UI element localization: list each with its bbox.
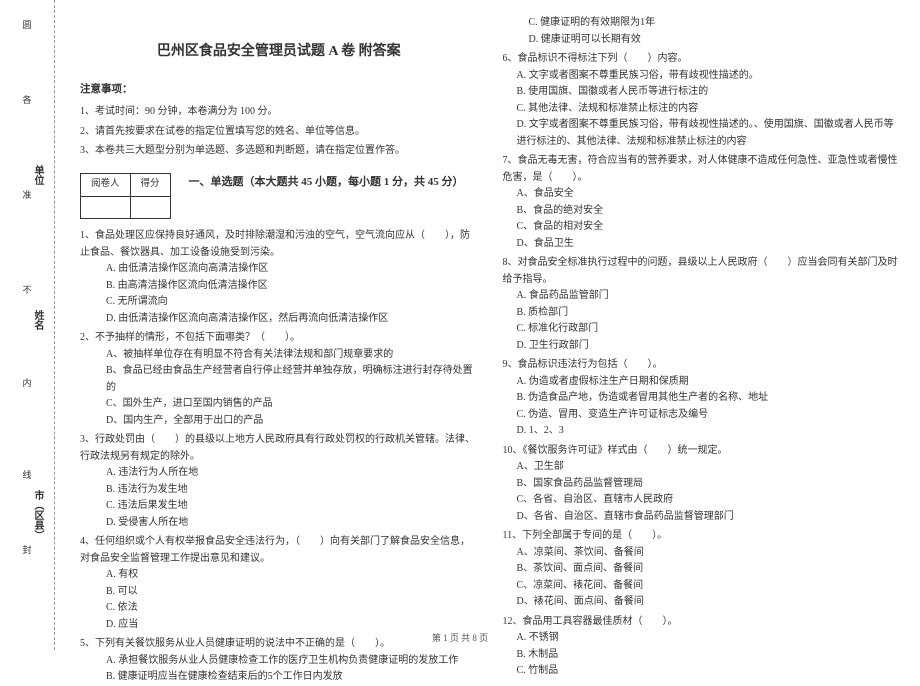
binding-mark: 内 [21,378,34,396]
question-10: 10、《餐饮服务许可证》样式由（ ）统一规定。 A、卫生部 B、国家食品药品监督… [503,443,901,526]
question-1: 1、食品处理区应保持良好通风，及时排除潮湿和污浊的空气，空气流向应从（ ），防止… [80,228,478,327]
binding-mark: 线 [21,470,34,488]
page-footer: 第 1 页 共 8 页 [0,631,920,644]
left-column: 巴州区食品安全管理员试题 A 卷 附答案 注意事项： 1、考试时间：90 分钟，… [80,15,478,645]
part1-title: 一、单选题（本大题共 45 小题，每小题 1 分，共 45 分） [189,173,464,191]
score-h1: 阅卷人 [81,173,131,196]
question-5-cont: C. 健康证明的有效期限为1年 [503,15,901,32]
binding-margin: 圆 各 准 不 内 线 封 单位 姓名 市（区县） [0,0,55,650]
notice-item: 2、请首先按要求在试卷的指定位置填写您的姓名、单位等信息。 [80,124,478,141]
exam-title: 巴州区食品安全管理员试题 A 卷 附答案 [80,40,478,63]
question-3: 3、行政处罚由（ ）的县级以上地方人民政府具有行政处罚权的行政机关管辖。法律、行… [80,432,478,531]
binding-mark: 圆 [21,20,34,38]
binding-mark: 封 [21,545,34,563]
exam-content: 巴州区食品安全管理员试题 A 卷 附答案 注意事项： 1、考试时间：90 分钟，… [55,0,920,650]
question-6: 6、食品标识不得标注下列（ ）内容。 A. 文字或者图案不尊重民族习俗，带有歧视… [503,51,901,150]
question-11: 11、下列全部属于专间的是（ ）。 A、凉菜间、茶饮间、备餐间 B、茶饮间、面点… [503,528,901,611]
binding-label-city: 市（区县） [30,490,45,540]
notice-item: 3、本卷共三大题型分别为单选题、多选题和判断题，请在指定位置作答。 [80,143,478,160]
binding-mark: 各 [21,95,34,113]
binding-mark: 准 [21,190,34,208]
question-7: 7、食品无毒无害，符合应当有的营养要求，对人体健康不造成任何急性、亚急性或者慢性… [503,153,901,252]
score-h2: 得分 [130,173,170,196]
binding-label-name: 姓名 [30,310,45,330]
question-4: 4、任何组织或个人有权举报食品安全违法行为，（ ）向有关部门了解食品安全信息，对… [80,534,478,633]
notice-item: 1、考试时间：90 分钟，本卷满分为 100 分。 [80,104,478,121]
question-8: 8、对食品安全标准执行过程中的问题，县级以上人民政府（ ）应当会同有关部门及时给… [503,255,901,354]
question-12: 12、食品用工具容器最佳质材（ ）。 A. 不锈钢 B. 木制品 C. 竹制品 [503,614,901,680]
binding-mark: 不 [21,285,34,303]
question-9: 9、食品标识违法行为包括（ ）。 A. 伪造或者虚假标注生产日期和保质期 B. … [503,357,901,440]
binding-label-unit: 单位 [30,165,45,185]
question-2: 2、不予抽样的情形，不包括下面哪类？（ ）。 A、被抽样单位存在有明显不符合有关… [80,330,478,429]
right-column: C. 健康证明的有效期限为1年 D. 健康证明可以长期有效 6、食品标识不得标注… [503,15,901,645]
score-table: 阅卷人得分 [80,173,171,219]
notice-header: 注意事项： [80,81,478,98]
